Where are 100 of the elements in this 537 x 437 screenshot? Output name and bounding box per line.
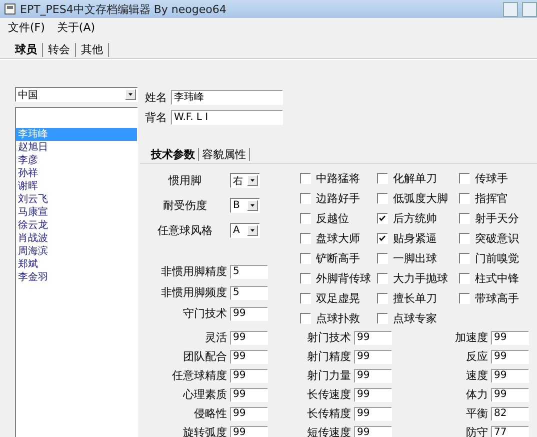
checkbox-label: 后方统帅	[393, 210, 437, 226]
input-field[interactable]: 99	[354, 368, 392, 382]
minimize-button[interactable]	[503, 2, 518, 16]
input-field[interactable]: 99	[230, 330, 268, 344]
list-item[interactable]: 肖战波	[16, 232, 137, 245]
checkbox-label: 反越位	[316, 210, 349, 226]
window-title: EPT_PES4中文存档编辑器 By neogeo64	[20, 2, 228, 16]
list-item[interactable]: 李彦	[16, 154, 137, 167]
checkbox[interactable]	[300, 252, 311, 264]
input-field[interactable]: 99	[354, 330, 392, 344]
field-label: 心理素质	[183, 387, 227, 402]
input-field[interactable]: 99	[354, 350, 392, 364]
checkbox[interactable]	[459, 292, 470, 304]
list-item[interactable]: 李金羽	[16, 271, 137, 284]
tab[interactable]: 技术参数	[148, 148, 199, 160]
input-field[interactable]: 99	[230, 368, 268, 382]
caret-icon[interactable]	[247, 175, 258, 186]
input-field[interactable]: 99	[491, 388, 529, 402]
caret-icon[interactable]	[247, 225, 258, 236]
tab[interactable]: 容貌属性	[199, 148, 250, 160]
checkbox[interactable]	[377, 292, 388, 304]
checkbox[interactable]	[377, 232, 388, 244]
checkbox-label: 边路好手	[316, 190, 360, 206]
app-icon	[4, 3, 16, 15]
dropdown[interactable]: 中国	[15, 87, 138, 102]
input-field[interactable]: 99	[230, 388, 268, 402]
checkbox-label: 突破意识	[475, 230, 519, 246]
checkbox[interactable]	[377, 312, 388, 324]
tab[interactable]: 转会	[43, 43, 76, 57]
tab[interactable]: 其他	[76, 43, 109, 57]
checkbox-label: 盘球大师	[316, 230, 360, 246]
field-label: 惯用脚	[167, 173, 202, 188]
checkbox[interactable]	[300, 312, 311, 324]
input-field[interactable]: 99	[230, 426, 268, 437]
checkbox-label: 一脚出球	[393, 250, 437, 266]
input-field[interactable]: 77	[491, 426, 529, 437]
input-field[interactable]: 5	[230, 264, 268, 278]
input-field[interactable]: 99	[230, 350, 268, 364]
checkbox[interactable]	[377, 172, 388, 184]
checkbox[interactable]	[377, 212, 388, 224]
list-item[interactable]: 马康宣	[16, 206, 137, 219]
field-label: 任意球风格	[156, 223, 214, 238]
checkbox[interactable]	[300, 212, 311, 224]
dropdown[interactable]: A	[230, 223, 260, 238]
input-field[interactable]: 99	[491, 350, 529, 364]
checkbox[interactable]	[459, 192, 470, 204]
checkbox-label: 中路猛将	[316, 170, 360, 186]
list-item[interactable]: 郑斌	[16, 258, 137, 271]
input-field[interactable]: 99	[491, 368, 529, 382]
caret-icon[interactable]	[125, 89, 136, 100]
list-item[interactable]: 刘云飞	[16, 193, 137, 206]
checkbox[interactable]	[300, 292, 311, 304]
input-field[interactable]: 99	[491, 330, 529, 344]
list-item[interactable]: 谢晖	[16, 180, 137, 193]
input-field[interactable]: W.F. L I	[171, 110, 283, 124]
checkbox[interactable]	[459, 172, 470, 184]
menu-item[interactable]: 关于(A)	[56, 20, 96, 34]
tab[interactable]: 球员	[10, 43, 43, 57]
input-field[interactable]: 99	[354, 426, 392, 437]
field-label: 长传速度	[307, 387, 351, 402]
dropdown[interactable]: B	[230, 198, 260, 213]
input-field[interactable]: 99	[354, 406, 392, 420]
checkbox[interactable]	[377, 272, 388, 284]
field-label: 体力	[466, 387, 488, 402]
field-label: 任意球精度	[172, 368, 227, 383]
checkbox-label: 射手天分	[475, 210, 519, 226]
input-field[interactable]: 99	[230, 306, 268, 320]
field-label: 非惯用脚频度	[161, 285, 227, 300]
checkbox[interactable]	[459, 232, 470, 244]
checkbox[interactable]	[300, 172, 311, 184]
field-label: 加速度	[455, 330, 488, 345]
list-item[interactable]: 周海滨	[16, 245, 137, 258]
field-label: 反应	[466, 349, 488, 364]
list-item[interactable]: 徐云龙	[16, 219, 137, 232]
input-field[interactable]: 李玮峰	[171, 90, 283, 104]
checkbox[interactable]	[459, 252, 470, 264]
caret-icon[interactable]	[247, 200, 258, 211]
field-label: 非惯用脚精度	[161, 264, 227, 279]
checkbox[interactable]	[300, 232, 311, 244]
checkbox[interactable]	[459, 272, 470, 284]
input-field[interactable]: 99	[354, 388, 392, 402]
dropdown[interactable]: 右	[230, 173, 260, 188]
checkbox-label: 门前嗅觉	[475, 250, 519, 266]
checkbox[interactable]	[300, 272, 311, 284]
maximize-button[interactable]	[522, 2, 537, 16]
checkbox[interactable]	[377, 252, 388, 264]
input-field[interactable]: 82	[491, 406, 529, 420]
checkbox-label: 大力手抛球	[393, 270, 448, 286]
input-field[interactable]: 99	[230, 406, 268, 420]
checkbox[interactable]	[300, 192, 311, 204]
field-label: 姓名	[145, 90, 167, 104]
input-field[interactable]: 5	[230, 286, 268, 300]
field-label: 平衡	[466, 406, 488, 421]
checkbox[interactable]	[459, 212, 470, 224]
menu-item[interactable]: 文件(F)	[8, 20, 45, 34]
field-label: 耐受伤度	[162, 198, 208, 213]
checkbox[interactable]	[377, 192, 388, 204]
list-item[interactable]: 赵旭日	[16, 141, 137, 154]
list-item[interactable]: 孙祥	[16, 167, 137, 180]
checkbox-label: 低弧度大脚	[393, 190, 448, 206]
